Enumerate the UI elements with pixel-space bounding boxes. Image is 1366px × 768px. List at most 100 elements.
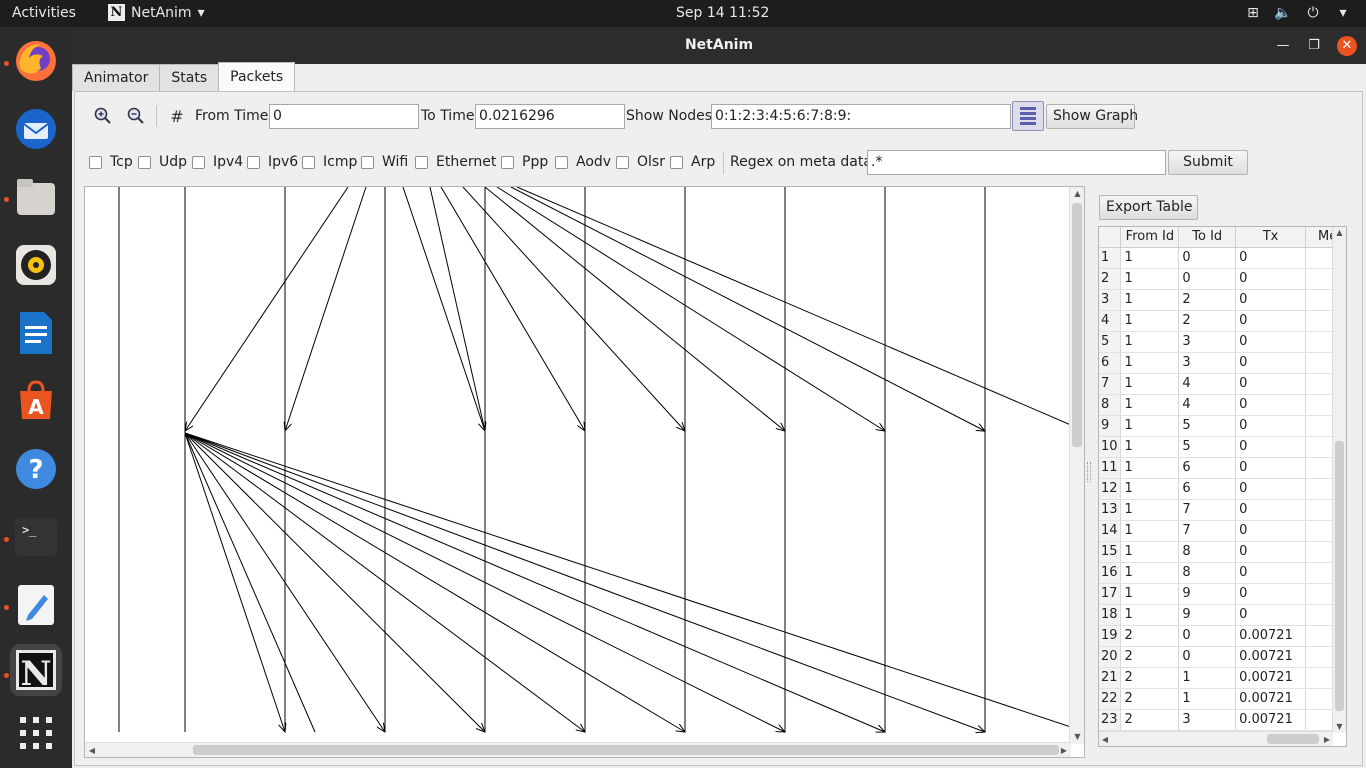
row-number[interactable]: 7 [1099,373,1122,395]
clock[interactable]: Sep 14 11:52 [676,5,769,21]
table-row[interactable]: 4120 [1099,310,1346,332]
checkbox[interactable] [616,155,629,169]
table-row[interactable]: 20 2 0 0.00721 [1099,646,1346,668]
scroll-up-icon[interactable]: ▲ [1070,187,1085,201]
filter-aodv[interactable]: Aodv [555,154,611,170]
close-button[interactable]: ✕ [1337,36,1357,56]
scroll-thumb[interactable] [1335,441,1344,711]
filter-ipv4[interactable]: Ipv4 [192,154,243,170]
graph-vertical-scrollbar[interactable]: ▲ ▼ [1069,187,1084,744]
scroll-right-icon[interactable]: ▶ [1057,743,1071,758]
filter-ipv6[interactable]: Ipv6 [247,154,298,170]
table-row[interactable]: 3120 [1099,289,1346,311]
table-row[interactable]: 13 1 7 0 [1099,499,1346,521]
table-row[interactable]: 12 1 6 0 [1099,478,1346,500]
table-horizontal-scrollbar[interactable]: ◀ ▶ [1099,731,1333,746]
text-editor-icon[interactable] [10,579,62,631]
grid-icon[interactable]: # [165,105,189,129]
regex-input[interactable]: .* [867,150,1166,175]
table-row[interactable]: 14 1 7 0 [1099,520,1346,542]
rhythmbox-icon[interactable] [10,239,62,291]
filter-tcp[interactable]: Tcp [89,154,133,170]
table-row[interactable]: 8140 [1099,394,1346,416]
row-number[interactable]: 5 [1099,331,1122,353]
show-graph-button[interactable]: Show Graph [1046,104,1138,129]
help-icon[interactable]: ? [10,443,62,495]
table-row[interactable]: 18 1 9 0 [1099,604,1346,626]
tab-animator[interactable]: Animator [72,64,161,91]
show-apps-icon[interactable] [10,707,62,759]
checkbox[interactable] [138,155,151,169]
table-row[interactable]: 23 2 3 0.00721 [1099,709,1346,731]
table-row[interactable]: 9150 [1099,415,1346,437]
row-number[interactable]: 13 [1099,499,1122,521]
checkbox[interactable] [247,155,260,169]
table-row[interactable]: 19 2 0 0.00721 [1099,625,1346,647]
checkbox[interactable] [501,155,514,169]
table-row[interactable]: 2100 [1099,268,1346,290]
activities-button[interactable]: Activities [12,5,76,21]
row-number[interactable]: 9 [1099,415,1122,437]
submit-button[interactable]: Submit [1168,150,1248,175]
table-row[interactable]: 16 1 8 0 [1099,562,1346,584]
title-bar[interactable]: NetAnim — ❐ ✕ [72,27,1366,64]
row-number[interactable]: 11 [1099,457,1122,479]
libreoffice-writer-icon[interactable] [10,307,62,359]
column-header-tx[interactable]: Tx [1235,227,1306,248]
table-row[interactable]: 11 1 6 0 [1099,457,1346,479]
row-number[interactable]: 19 [1099,625,1122,647]
table-row[interactable]: 1100 [1099,247,1346,269]
filter-ppp[interactable]: Ppp [501,154,548,170]
row-number[interactable]: 16 [1099,562,1122,584]
scroll-up-icon[interactable]: ▲ [1333,227,1346,239]
checkbox[interactable] [670,155,683,169]
power-icon[interactable]: ⏻ [1304,4,1322,22]
tab-stats[interactable]: Stats [159,64,220,91]
scroll-left-icon[interactable]: ◀ [85,743,99,758]
filter-ethernet[interactable]: Ethernet [415,154,496,170]
to-time-input[interactable]: 0.0216296 [475,104,625,129]
row-number[interactable]: 12 [1099,478,1122,500]
scroll-left-icon[interactable]: ◀ [1099,732,1111,746]
packet-flow-graph[interactable]: ▲ ▼ ◀ ▶ [84,186,1085,758]
checkbox[interactable] [192,155,205,169]
netanim-icon[interactable]: N [10,644,62,696]
chevron-down-icon[interactable]: ▾ [1334,4,1352,22]
scroll-thumb[interactable] [193,745,1059,755]
table-row[interactable]: 7140 [1099,373,1346,395]
row-number[interactable]: 21 [1099,667,1122,689]
row-number[interactable]: 3 [1099,289,1122,311]
table-row[interactable]: 21 2 1 0.00721 [1099,667,1346,689]
row-number[interactable]: 2 [1099,268,1122,290]
table-row[interactable]: 22 2 1 0.00721 [1099,688,1346,710]
ubuntu-software-icon[interactable]: A [10,375,62,427]
scroll-right-icon[interactable]: ▶ [1321,732,1333,746]
row-number[interactable]: 10 [1099,436,1122,458]
zoom-out-icon[interactable] [124,106,148,130]
maximize-button[interactable]: ❐ [1304,36,1324,56]
row-number[interactable]: 4 [1099,310,1122,332]
row-number[interactable]: 18 [1099,604,1122,626]
scroll-down-icon[interactable]: ▼ [1070,730,1085,744]
row-number[interactable]: 15 [1099,541,1122,563]
network-icon[interactable]: ⊞ [1244,4,1262,22]
table-vertical-scrollbar[interactable]: ▲ ▼ [1332,227,1346,733]
minimize-button[interactable]: — [1273,36,1293,56]
filter-olsr[interactable]: Olsr [616,154,665,170]
zoom-in-icon[interactable] [91,106,115,130]
tab-packets[interactable]: Packets [218,62,296,91]
row-number[interactable]: 14 [1099,520,1122,542]
scroll-thumb[interactable] [1072,203,1082,447]
firefox-icon[interactable] [10,35,62,87]
checkbox[interactable] [555,155,568,169]
graph-horizontal-scrollbar[interactable]: ◀ ▶ [85,742,1071,757]
column-header-to-id[interactable]: To Id [1178,227,1237,248]
volume-icon[interactable]: 🔈 [1274,4,1292,22]
thunderbird-icon[interactable] [10,103,62,155]
checkbox[interactable] [302,155,315,169]
scroll-down-icon[interactable]: ▼ [1333,721,1346,733]
table-row[interactable]: 5130 [1099,331,1346,353]
node-list-icon[interactable] [1012,101,1044,131]
checkbox[interactable] [415,155,428,169]
system-tray[interactable]: ⊞ 🔈 ⏻ ▾ [1244,4,1352,22]
